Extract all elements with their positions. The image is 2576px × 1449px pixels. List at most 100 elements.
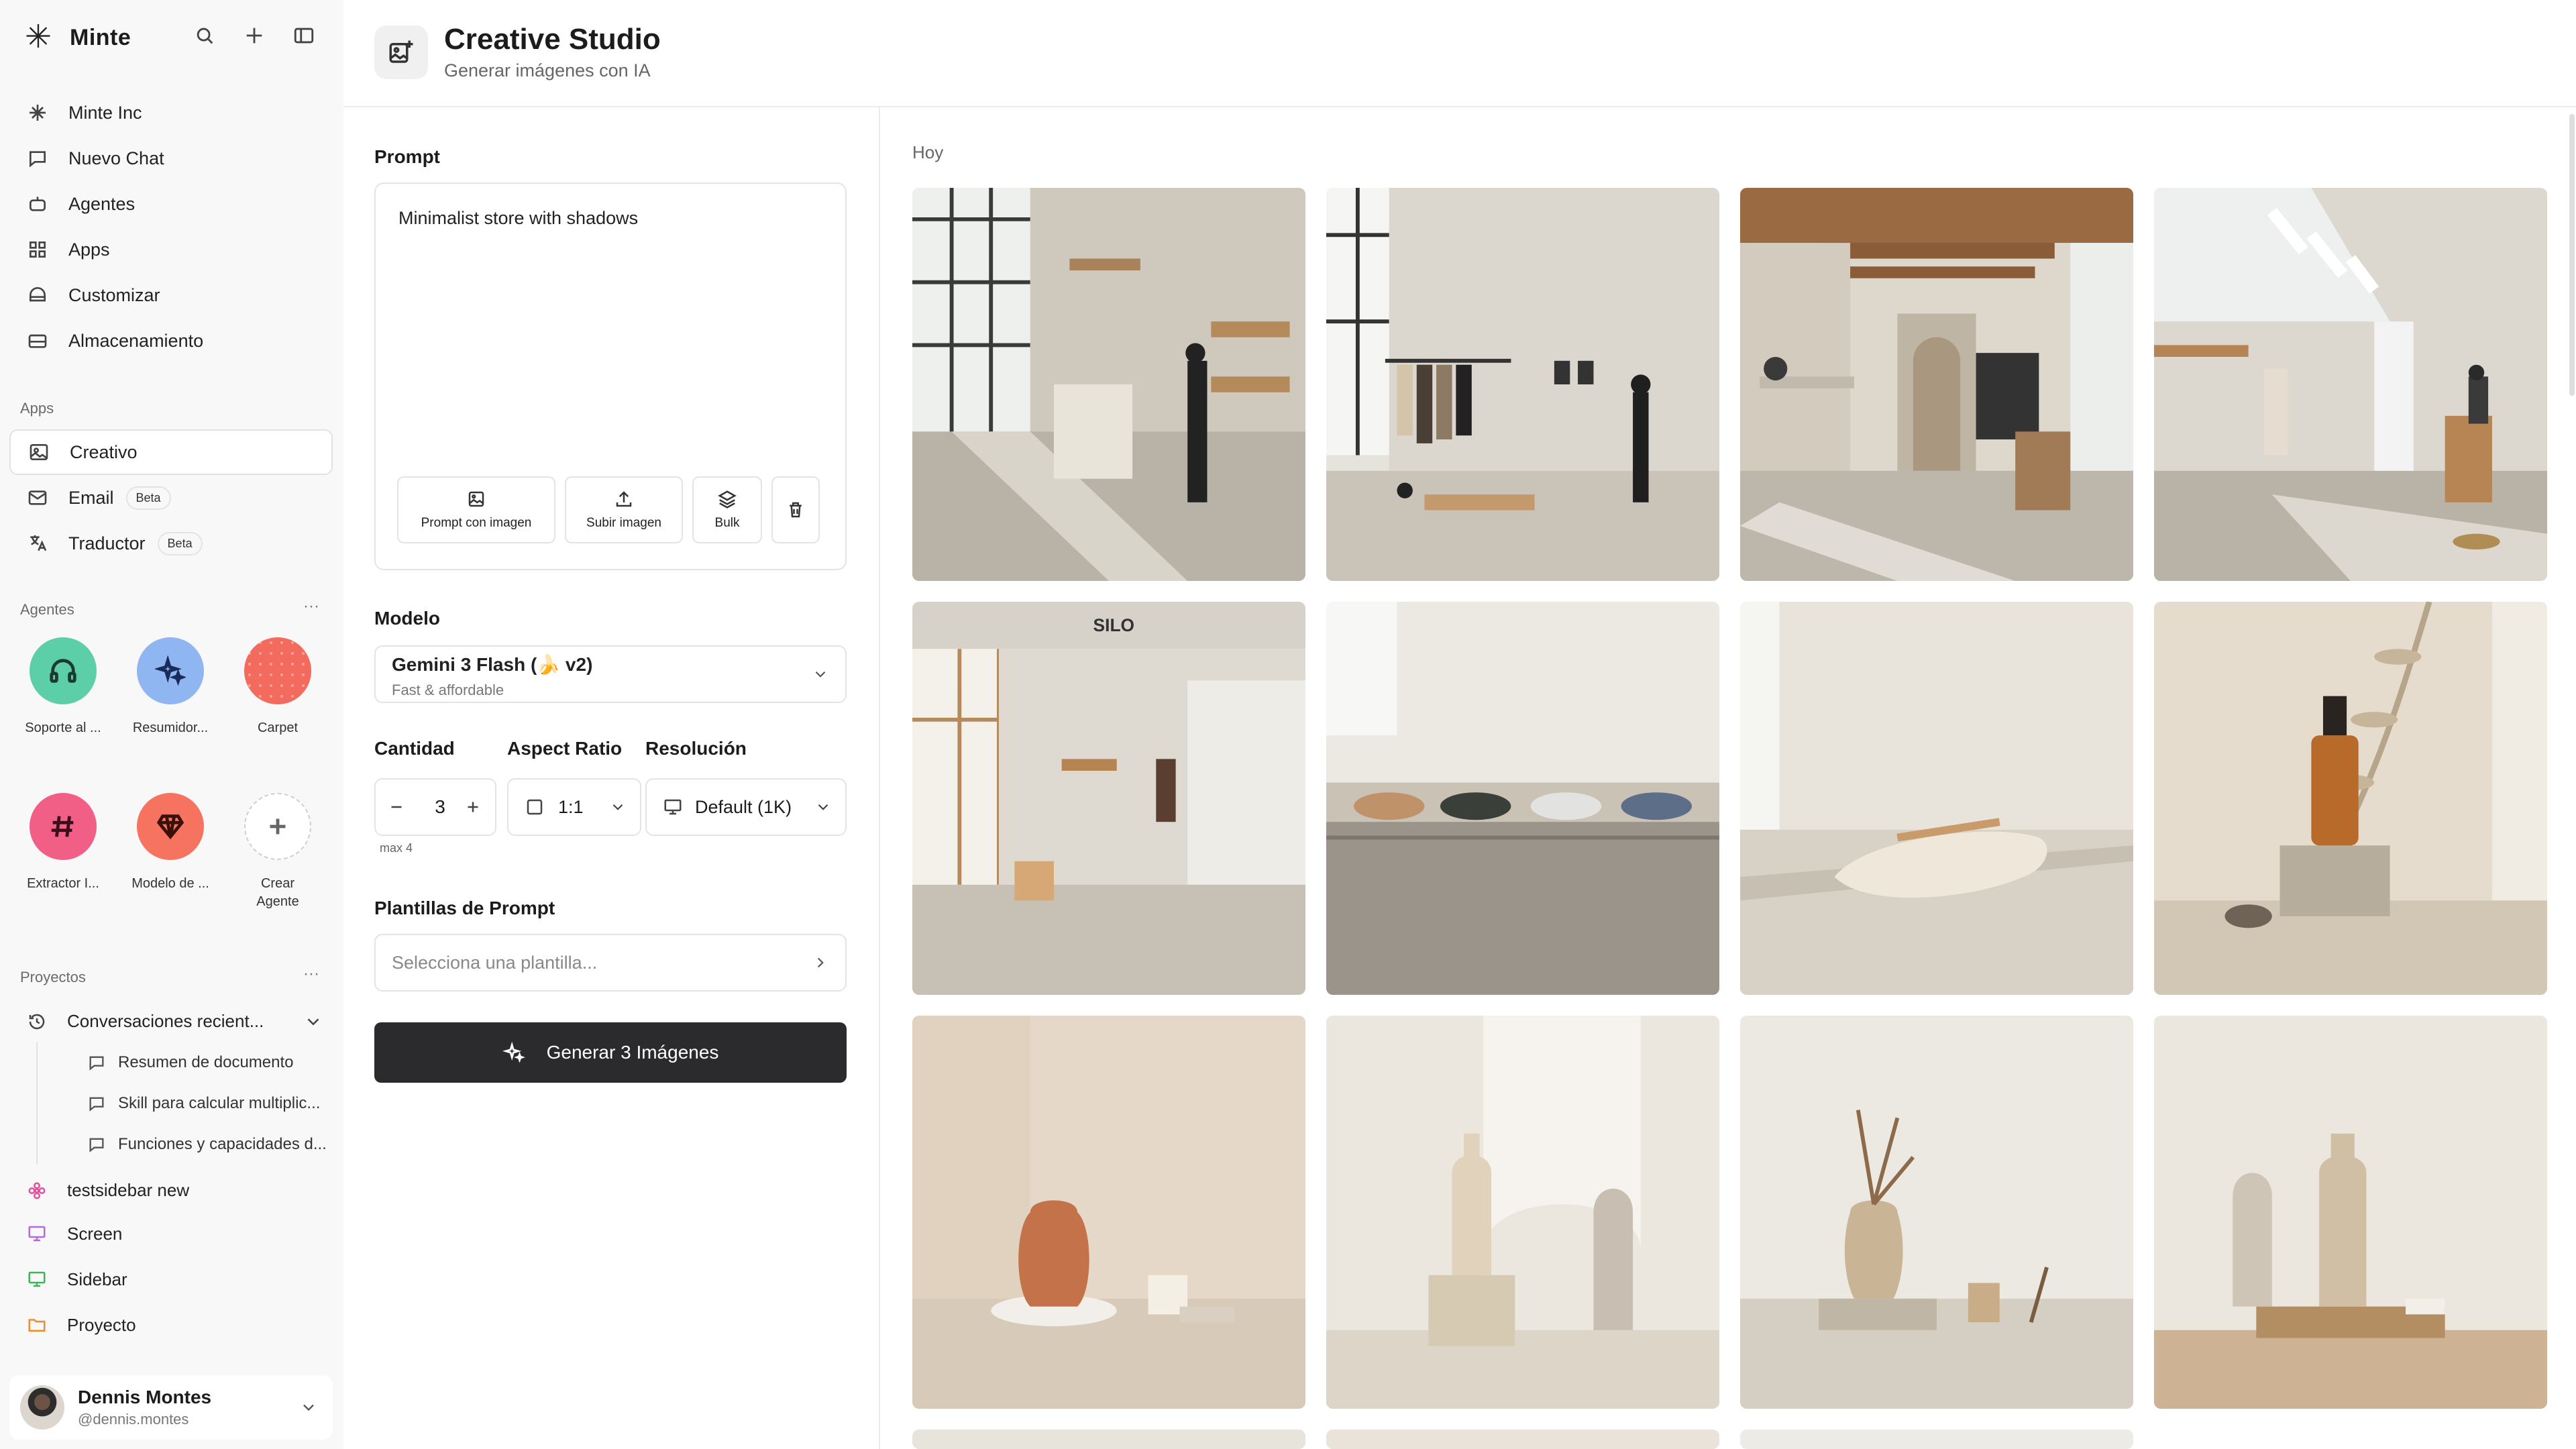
app-item-creativo[interactable]: Creativo [9, 429, 333, 475]
recent-conversation-item[interactable]: Skill para calcular multiplic... [36, 1083, 333, 1124]
aspect-ratio-value: 1:1 [558, 796, 584, 817]
chevron-right-icon [817, 957, 824, 968]
translate-icon [30, 535, 47, 551]
projects-section-label: Proyectos [20, 969, 86, 985]
monitor-icon [664, 799, 682, 815]
gallery-scrollbar[interactable] [2569, 114, 2575, 396]
upload-image-button[interactable]: Subir imagen [565, 476, 683, 543]
beta-badge: Beta [125, 486, 171, 510]
square-icon [527, 799, 543, 815]
page-subtitle: Generar imágenes con IA [444, 60, 651, 80]
prompt-textarea[interactable]: Minimalist store with shadows Prompt con… [374, 182, 847, 570]
quantity-value[interactable]: 3 [427, 796, 453, 818]
projects-more-button[interactable]: ··· [303, 965, 319, 983]
generated-image[interactable] [2154, 1016, 2547, 1409]
avatar [20, 1385, 64, 1430]
bulk-button[interactable]: Bulk [692, 476, 762, 543]
monitor-icon [28, 1226, 46, 1242]
generated-image[interactable] [1740, 1430, 2133, 1449]
agents-more-button[interactable]: ··· [303, 597, 319, 616]
project-screen[interactable]: Screen [9, 1211, 333, 1256]
chevron-down-icon [818, 804, 828, 810]
app-item-email[interactable]: Email Beta [9, 475, 333, 521]
agent-resumidor[interactable]: Resumidor... [117, 637, 224, 737]
generated-image[interactable] [1740, 1016, 2133, 1409]
silo-sign-text: SILO [1093, 615, 1135, 635]
apps-section-label: Apps [20, 400, 54, 417]
plus-icon[interactable] [239, 20, 270, 51]
generated-image[interactable] [912, 1430, 1305, 1449]
agent-carpet[interactable]: Carpet [224, 637, 331, 737]
minus-icon[interactable] [386, 797, 407, 817]
recent-conversations-toggle[interactable]: Conversaciones recient... [9, 1001, 333, 1042]
nav-item-minte-inc[interactable]: Minte Inc [9, 90, 333, 136]
gallery-day-label: Hoy [912, 142, 944, 162]
trash-icon [790, 502, 802, 518]
chat-icon [89, 1138, 104, 1152]
diamond-icon [156, 814, 184, 840]
agent-modelo[interactable]: Modelo de ... [117, 793, 224, 893]
generated-image[interactable] [912, 188, 1305, 581]
generate-button[interactable]: Generar 3 Imágenes [374, 1022, 847, 1083]
model-description: Fast & affordable [392, 682, 504, 698]
agent-extractor[interactable]: Extractor I... [9, 793, 117, 893]
prompt-with-image-button[interactable]: Prompt con imagen [397, 476, 555, 543]
user-name: Dennis Montes [78, 1387, 212, 1407]
generated-image[interactable] [1326, 1016, 1719, 1409]
generated-image[interactable] [912, 1016, 1305, 1409]
nav-item-agentes[interactable]: Agentes [9, 181, 333, 227]
create-agent-button[interactable]: Crear Agente [224, 793, 331, 911]
generated-image[interactable] [1326, 1430, 1719, 1449]
image-icon [30, 444, 48, 460]
page-header: Creative Studio Generar imágenes con IA [343, 0, 2576, 107]
plus-icon[interactable] [463, 797, 483, 817]
recent-conversation-item[interactable]: Funciones y capacidades d... [36, 1124, 333, 1165]
user-profile-menu[interactable]: Dennis Montes @dennis.montes [9, 1375, 333, 1440]
history-icon [29, 1014, 45, 1029]
app-item-traductor[interactable]: Traductor Beta [9, 521, 333, 566]
chat-icon [89, 1097, 104, 1112]
generated-image[interactable] [2154, 188, 2547, 581]
generated-image[interactable]: SILO [912, 602, 1305, 995]
headphones-icon [50, 659, 76, 683]
mail-icon [28, 490, 47, 505]
generated-image[interactable] [1740, 188, 2133, 581]
agent-soporte[interactable]: Soporte al ... [9, 637, 117, 737]
sparkles-icon [155, 655, 186, 686]
resolution-select[interactable]: Default (1K) [645, 778, 847, 836]
delete-prompt-button[interactable] [771, 476, 820, 543]
image-add-icon [374, 25, 428, 79]
user-handle: @dennis.montes [78, 1411, 189, 1428]
nav-item-customizar[interactable]: Customizar [9, 272, 333, 318]
generated-image[interactable] [1740, 602, 2133, 995]
generated-image[interactable] [2154, 602, 2547, 995]
agents-section-label: Agentes [20, 601, 74, 618]
model-label: Modelo [374, 608, 440, 629]
folder-icon [28, 1319, 46, 1332]
brand[interactable]: ✳ Minte [20, 17, 131, 58]
generated-image[interactable] [1326, 602, 1719, 995]
projects-nav: Conversaciones recient... Resumen de doc… [9, 1001, 333, 1348]
chat-icon [89, 1056, 104, 1071]
nav-item-almacenamiento[interactable]: Almacenamiento [9, 318, 333, 364]
quantity-max-hint: max 4 [380, 841, 413, 855]
recent-conversation-item[interactable]: Resumen de documento [36, 1042, 333, 1083]
generation-form: Prompt Minimalist store with shadows Pro… [343, 107, 880, 1449]
chevron-down-icon [815, 671, 826, 678]
template-select[interactable]: Selecciona una plantilla... [374, 934, 847, 991]
nav-item-nuevo-chat[interactable]: Nuevo Chat [9, 136, 333, 181]
model-select[interactable]: Gemini 3 Flash (🍌 v2) Fast & affordable [374, 645, 847, 703]
project-proyecto[interactable]: Proyecto [9, 1302, 333, 1348]
search-icon[interactable] [189, 20, 220, 51]
project-testsidebar-new[interactable]: testsidebar new [9, 1170, 333, 1211]
project-sidebar[interactable]: Sidebar [9, 1256, 333, 1302]
main-nav: Minte Inc Nuevo Chat Agentes Apps Custom… [9, 90, 333, 364]
sidebar: ✳ Minte Minte Inc Nuevo Chat Agentes App… [0, 0, 343, 1449]
image-gallery: Hoy SILO [880, 107, 2576, 1449]
sidebar-toggle-icon[interactable] [288, 20, 319, 51]
nav-item-apps[interactable]: Apps [9, 227, 333, 272]
chevron-down-icon [612, 804, 623, 810]
asterisk-logo-icon: ✳ [24, 19, 52, 55]
generated-image[interactable] [1326, 188, 1719, 581]
aspect-ratio-select[interactable]: 1:1 [507, 778, 641, 836]
